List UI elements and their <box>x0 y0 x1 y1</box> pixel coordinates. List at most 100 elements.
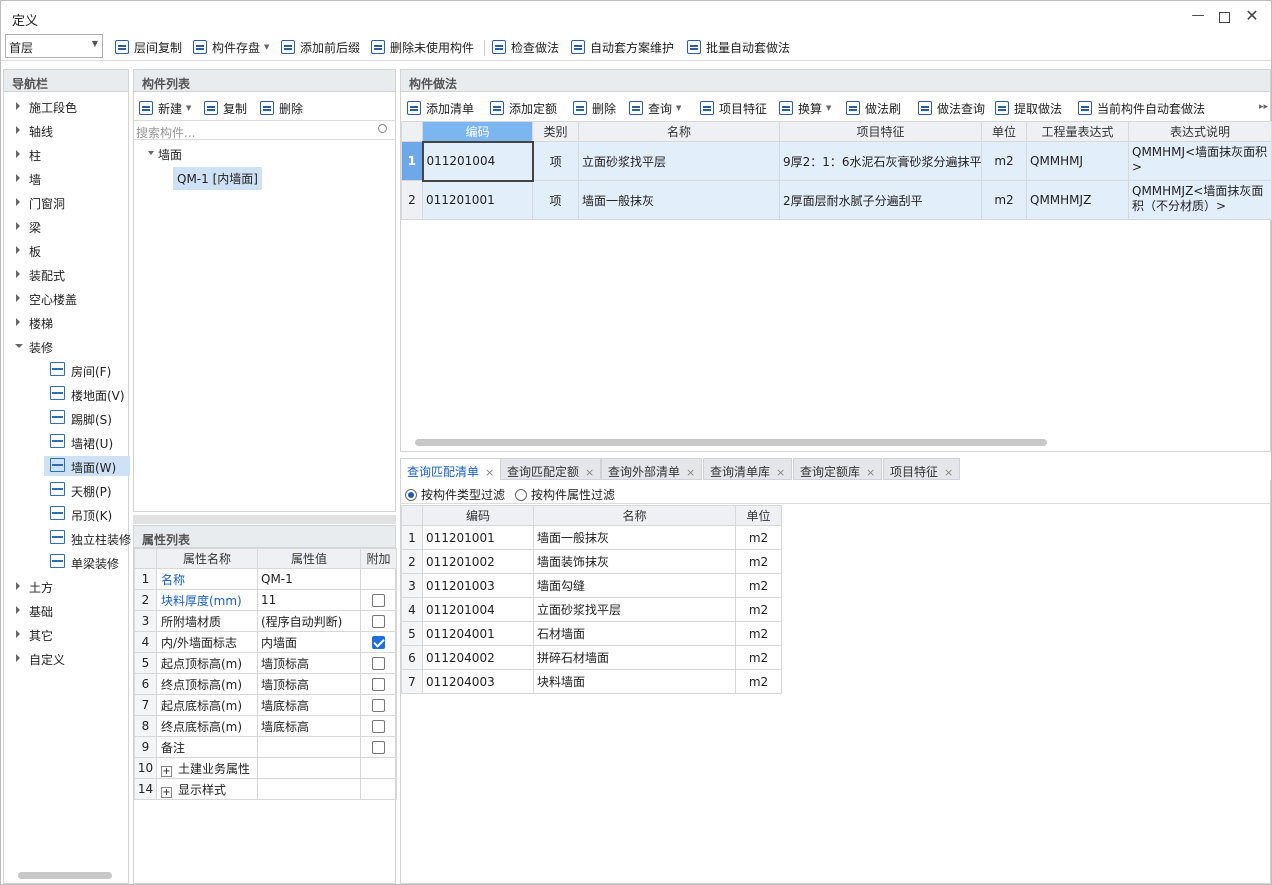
close-tab-icon[interactable]: × <box>485 466 494 479</box>
tree-group-wall-surface[interactable]: 墙面 <box>158 146 182 163</box>
close-tab-icon[interactable]: × <box>866 466 875 479</box>
query-row[interactable]: 1 011201001 墙面一般抹灰 m2 <box>401 525 782 550</box>
query-col-unit[interactable]: 单位 <box>735 505 782 526</box>
property-value[interactable]: 墙底标高 <box>257 715 361 737</box>
filter-by-type-radio[interactable]: 按构件类型过滤 <box>405 486 505 503</box>
nav-item[interactable]: 其它 <box>4 622 130 646</box>
query-name[interactable]: 石材墙面 <box>533 621 736 646</box>
property-row[interactable]: 9 备注 <box>134 736 397 758</box>
query-unit[interactable]: m2 <box>735 549 782 574</box>
save-component-button[interactable]: 构件存盘 ▼ <box>193 38 269 56</box>
nav-sub-item[interactable]: 吊顶(K) <box>4 502 130 526</box>
close-tab-icon[interactable]: × <box>944 466 953 479</box>
method-name[interactable]: 墙面一般抹灰 <box>578 180 780 220</box>
nav-sub-item[interactable]: 墙面(W) <box>4 454 130 478</box>
method-col-feature[interactable]: 项目特征 <box>779 121 982 142</box>
nav-item[interactable]: 基础 <box>4 598 130 622</box>
delete-method-button[interactable]: 删除 <box>573 99 616 117</box>
extra-checkbox[interactable] <box>372 699 385 712</box>
nav-sub-item[interactable]: 踢脚(S) <box>4 406 130 430</box>
extract-method-button[interactable]: 提取做法 <box>995 99 1062 117</box>
expand-arrow-icon[interactable] <box>16 174 20 182</box>
property-row[interactable]: 2 块料厚度(mm) 11 <box>134 589 397 611</box>
query-row[interactable]: 4 011201004 立面砂浆找平层 m2 <box>401 597 782 622</box>
method-row[interactable]: 2 011201001 项墙面一般抹灰 2厚面层耐水腻子分遍刮平 m2 QMMHMJZ QM… <box>401 180 1272 220</box>
property-value[interactable] <box>257 778 361 800</box>
property-row[interactable]: 8 终点底标高(m) 墙底标高 <box>134 715 397 737</box>
property-value[interactable]: 内墙面 <box>257 631 361 653</box>
delete-component-button[interactable]: 删除 <box>260 99 303 117</box>
method-type[interactable]: 项 <box>532 141 579 181</box>
expand-arrow-icon[interactable] <box>16 654 20 662</box>
new-component-button[interactable]: 新建 ▼ <box>139 99 191 117</box>
query-tab[interactable]: 查询匹配清单 × <box>400 458 502 480</box>
nav-item[interactable]: 墙 <box>4 166 130 190</box>
query-tab[interactable]: 查询清单库 × <box>703 458 793 480</box>
nav-scrollbar[interactable] <box>18 872 112 879</box>
method-row[interactable]: 1 011201004 项立面砂浆找平层 9厚2：1：6水泥石灰膏砂浆分遍抹平 m2 QM… <box>401 140 1272 182</box>
nav-item[interactable]: 板 <box>4 238 130 262</box>
method-brush-button[interactable]: 做法刷 <box>846 99 901 117</box>
extra-checkbox[interactable] <box>372 741 385 754</box>
close-tab-icon[interactable]: × <box>776 466 785 479</box>
method-expr[interactable]: QMMHMJ <box>1026 141 1129 181</box>
check-method-button[interactable]: 检查做法 <box>492 38 559 56</box>
method-col-name[interactable]: 名称 <box>578 121 780 142</box>
property-row[interactable]: 4 内/外墙面标志 内墙面 <box>134 631 397 653</box>
expand-arrow-icon[interactable] <box>16 606 20 614</box>
query-name[interactable]: 墙面装饰抹灰 <box>533 549 736 574</box>
method-desc[interactable]: QMMHMJZ<墙面抹灰面 积（不分材质）> <box>1128 180 1272 220</box>
expand-arrow-icon[interactable] <box>16 126 20 134</box>
query-unit[interactable]: m2 <box>735 645 782 670</box>
property-row[interactable]: 7 起点底标高(m) 墙底标高 <box>134 694 397 716</box>
nav-sub-item[interactable]: 楼地面(V) <box>4 382 130 406</box>
property-value[interactable]: (程序自动判断) <box>257 610 361 632</box>
query-unit[interactable]: m2 <box>735 621 782 646</box>
query-col-code[interactable]: 编码 <box>422 505 534 526</box>
expand-arrow-icon[interactable] <box>16 198 20 206</box>
query-row[interactable]: 7 011204003 块料墙面 m2 <box>401 669 782 694</box>
property-value[interactable]: 11 <box>257 589 361 611</box>
close-tab-icon[interactable]: × <box>686 466 695 479</box>
copy-between-floors-button[interactable]: 层间复制 <box>115 38 182 56</box>
query-button[interactable]: 查询 ▼ <box>629 99 681 117</box>
nav-item[interactable]: 楼梯 <box>4 310 130 334</box>
component-search-input[interactable]: 搜索构件... <box>134 120 395 140</box>
extra-checkbox[interactable] <box>372 657 385 670</box>
item-feature-button[interactable]: 项目特征 <box>700 99 767 117</box>
nav-sub-item[interactable]: 单梁装修 <box>4 550 130 574</box>
nav-item[interactable]: 施工段色 <box>4 94 130 118</box>
query-row[interactable]: 2 011201002 墙面装饰抹灰 m2 <box>401 549 782 574</box>
property-row[interactable]: 1 名称 QM-1 <box>134 568 397 590</box>
method-code[interactable]: 011201004 <box>421 140 534 182</box>
method-scrollbar[interactable] <box>415 439 1047 446</box>
query-name[interactable]: 墙面勾缝 <box>533 573 736 598</box>
nav-item[interactable]: 空心楼盖 <box>4 286 130 310</box>
expand-plus-icon[interactable]: + <box>161 786 172 798</box>
query-code[interactable]: 011201003 <box>422 573 534 598</box>
property-value[interactable] <box>257 736 361 758</box>
method-col-unit[interactable]: 单位 <box>981 121 1027 142</box>
method-code[interactable]: 011201001 <box>422 180 533 220</box>
minimize-icon[interactable]: — <box>1191 9 1205 23</box>
more-icon[interactable]: ▸▸ <box>1259 102 1268 112</box>
expand-arrow-icon[interactable] <box>16 582 20 590</box>
property-value[interactable]: 墙顶标高 <box>257 673 361 695</box>
nav-item[interactable]: 土方 <box>4 574 130 598</box>
extra-checkbox[interactable] <box>372 678 385 691</box>
nav-item[interactable]: 梁 <box>4 214 130 238</box>
method-col-expr[interactable]: 工程量表达式 <box>1026 121 1129 142</box>
query-code[interactable]: 011201004 <box>422 597 534 622</box>
expand-arrow-icon[interactable] <box>16 222 20 230</box>
query-tab[interactable]: 查询匹配定额 × <box>500 458 602 480</box>
query-code[interactable]: 011204001 <box>422 621 534 646</box>
method-feature[interactable]: 2厚面层耐水腻子分遍刮平 <box>779 180 982 220</box>
property-row[interactable]: 5 起点顶标高(m) 墙顶标高 <box>134 652 397 674</box>
query-tab[interactable]: 查询定额库 × <box>793 458 883 480</box>
query-code[interactable]: 011201002 <box>422 549 534 574</box>
method-unit[interactable]: m2 <box>981 141 1027 181</box>
tree-expand-icon[interactable] <box>148 151 154 155</box>
expand-arrow-icon[interactable] <box>16 318 20 326</box>
nav-item[interactable]: 装配式 <box>4 262 130 286</box>
property-row[interactable]: 14 + 显示样式 <box>134 778 397 800</box>
